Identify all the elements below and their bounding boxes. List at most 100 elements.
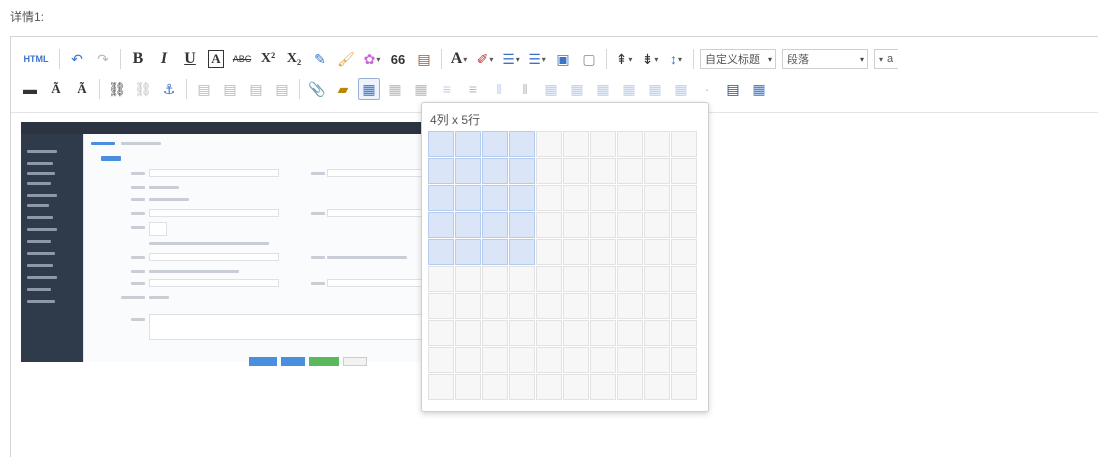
- table-size-cell[interactable]: [563, 131, 589, 157]
- table-size-cell[interactable]: [644, 185, 670, 211]
- table-size-cell[interactable]: [428, 266, 454, 292]
- unordered-list-button[interactable]: ☰ ▾: [526, 48, 548, 70]
- table-size-cell[interactable]: [509, 293, 535, 319]
- table-size-cell[interactable]: [590, 320, 616, 346]
- table-size-cell[interactable]: [671, 131, 697, 157]
- font-border-button[interactable]: A: [205, 48, 227, 70]
- table-size-cell[interactable]: [482, 185, 508, 211]
- preview-button[interactable]: ▦: [748, 78, 770, 100]
- table-size-cell[interactable]: [536, 266, 562, 292]
- table-size-cell[interactable]: [644, 374, 670, 400]
- background-color-button[interactable]: ✐ ▾: [474, 48, 496, 70]
- table-size-cell[interactable]: [482, 320, 508, 346]
- table-size-cell[interactable]: [455, 293, 481, 319]
- direction-rtl-button[interactable]: Ã: [71, 78, 93, 100]
- table-size-cell[interactable]: [617, 158, 643, 184]
- table-size-cell[interactable]: [644, 131, 670, 157]
- table-size-cell[interactable]: [428, 347, 454, 373]
- table-size-cell[interactable]: [590, 212, 616, 238]
- table-size-cell[interactable]: [590, 185, 616, 211]
- line-height-button[interactable]: ↕ ▾: [665, 48, 687, 70]
- bold-button[interactable]: B: [127, 48, 149, 70]
- table-size-cell[interactable]: [590, 374, 616, 400]
- unlink-button[interactable]: ⛓: [132, 78, 154, 100]
- table-size-cell[interactable]: [455, 158, 481, 184]
- table-size-cell[interactable]: [644, 239, 670, 265]
- table-size-cell[interactable]: [455, 347, 481, 373]
- table-size-cell[interactable]: [509, 374, 535, 400]
- table-extra-button[interactable]: ·: [696, 78, 718, 100]
- table-size-cell[interactable]: [563, 239, 589, 265]
- table-size-cell[interactable]: [671, 347, 697, 373]
- table-size-cell[interactable]: [617, 293, 643, 319]
- table-size-cell[interactable]: [671, 293, 697, 319]
- table-size-cell[interactable]: [536, 158, 562, 184]
- blockquote-button[interactable]: 66: [387, 48, 409, 70]
- table-size-cell[interactable]: [482, 212, 508, 238]
- table-size-cell[interactable]: [671, 320, 697, 346]
- table-size-cell[interactable]: [617, 320, 643, 346]
- delete-table-button[interactable]: ▦: [384, 78, 406, 100]
- insert-paragraph-before-table-button[interactable]: ▦: [410, 78, 432, 100]
- table-size-cell[interactable]: [563, 185, 589, 211]
- table-size-cell[interactable]: [617, 185, 643, 211]
- table-size-cell[interactable]: [536, 293, 562, 319]
- table-size-cell[interactable]: [536, 212, 562, 238]
- row-spacing-top-button[interactable]: ⇞ ▾: [613, 48, 635, 70]
- table-size-cell[interactable]: [536, 347, 562, 373]
- format-match-button[interactable]: ✎: [309, 48, 331, 70]
- anchor-button[interactable]: ⚓: [158, 78, 180, 100]
- table-size-cell[interactable]: [482, 131, 508, 157]
- table-size-cell[interactable]: [590, 239, 616, 265]
- insert-table-button[interactable]: ▦: [358, 78, 380, 100]
- table-size-cell[interactable]: [563, 293, 589, 319]
- table-size-cell[interactable]: [644, 347, 670, 373]
- table-size-cell[interactable]: [455, 185, 481, 211]
- table-size-cell[interactable]: [482, 239, 508, 265]
- table-size-cell[interactable]: [617, 239, 643, 265]
- table-size-cell[interactable]: [428, 185, 454, 211]
- merge-down-button[interactable]: ▦: [592, 78, 614, 100]
- table-size-cell[interactable]: [455, 320, 481, 346]
- table-size-cell[interactable]: [563, 212, 589, 238]
- table-size-cell[interactable]: [563, 320, 589, 346]
- underline-button[interactable]: U: [179, 48, 201, 70]
- table-size-cell[interactable]: [455, 239, 481, 265]
- table-size-cell[interactable]: [590, 266, 616, 292]
- table-size-cell[interactable]: [455, 212, 481, 238]
- split-rows-button[interactable]: ▦: [644, 78, 666, 100]
- table-size-cell[interactable]: [509, 185, 535, 211]
- table-size-cell[interactable]: [509, 320, 535, 346]
- table-size-cell[interactable]: [671, 239, 697, 265]
- image-center-button[interactable]: ▤: [271, 78, 293, 100]
- delete-row-button[interactable]: ≡: [462, 78, 484, 100]
- insert-col-button[interactable]: ‖: [488, 78, 510, 100]
- table-size-cell[interactable]: [644, 266, 670, 292]
- insert-row-button[interactable]: ≡: [436, 78, 458, 100]
- table-size-cell[interactable]: [482, 293, 508, 319]
- table-size-cell[interactable]: [428, 293, 454, 319]
- table-size-cell[interactable]: [509, 158, 535, 184]
- attachment-button[interactable]: 📎: [306, 78, 328, 100]
- image-left-button[interactable]: ▤: [219, 78, 241, 100]
- html-source-button[interactable]: HTML: [19, 48, 53, 70]
- table-size-cell[interactable]: [428, 320, 454, 346]
- table-size-cell[interactable]: [671, 266, 697, 292]
- undo-button[interactable]: ↶: [66, 48, 88, 70]
- table-size-cell[interactable]: [482, 347, 508, 373]
- merge-cells-button[interactable]: ▦: [540, 78, 562, 100]
- horizontal-rule-button[interactable]: ▬: [19, 78, 41, 100]
- table-size-cell[interactable]: [536, 239, 562, 265]
- paragraph-format-select[interactable]: 段落 ▾: [782, 49, 868, 69]
- table-size-cell[interactable]: [644, 158, 670, 184]
- font-color-button[interactable]: A ▾: [448, 48, 470, 70]
- table-size-cell[interactable]: [455, 374, 481, 400]
- table-size-cell[interactable]: [509, 212, 535, 238]
- table-size-cell[interactable]: [644, 293, 670, 319]
- table-size-cell[interactable]: [428, 131, 454, 157]
- table-size-cell[interactable]: [671, 374, 697, 400]
- table-size-cell[interactable]: [536, 374, 562, 400]
- table-size-cell[interactable]: [455, 131, 481, 157]
- remove-format-button[interactable]: ✿ ▾: [361, 48, 383, 70]
- font-family-select[interactable]: ▾ a: [874, 49, 898, 69]
